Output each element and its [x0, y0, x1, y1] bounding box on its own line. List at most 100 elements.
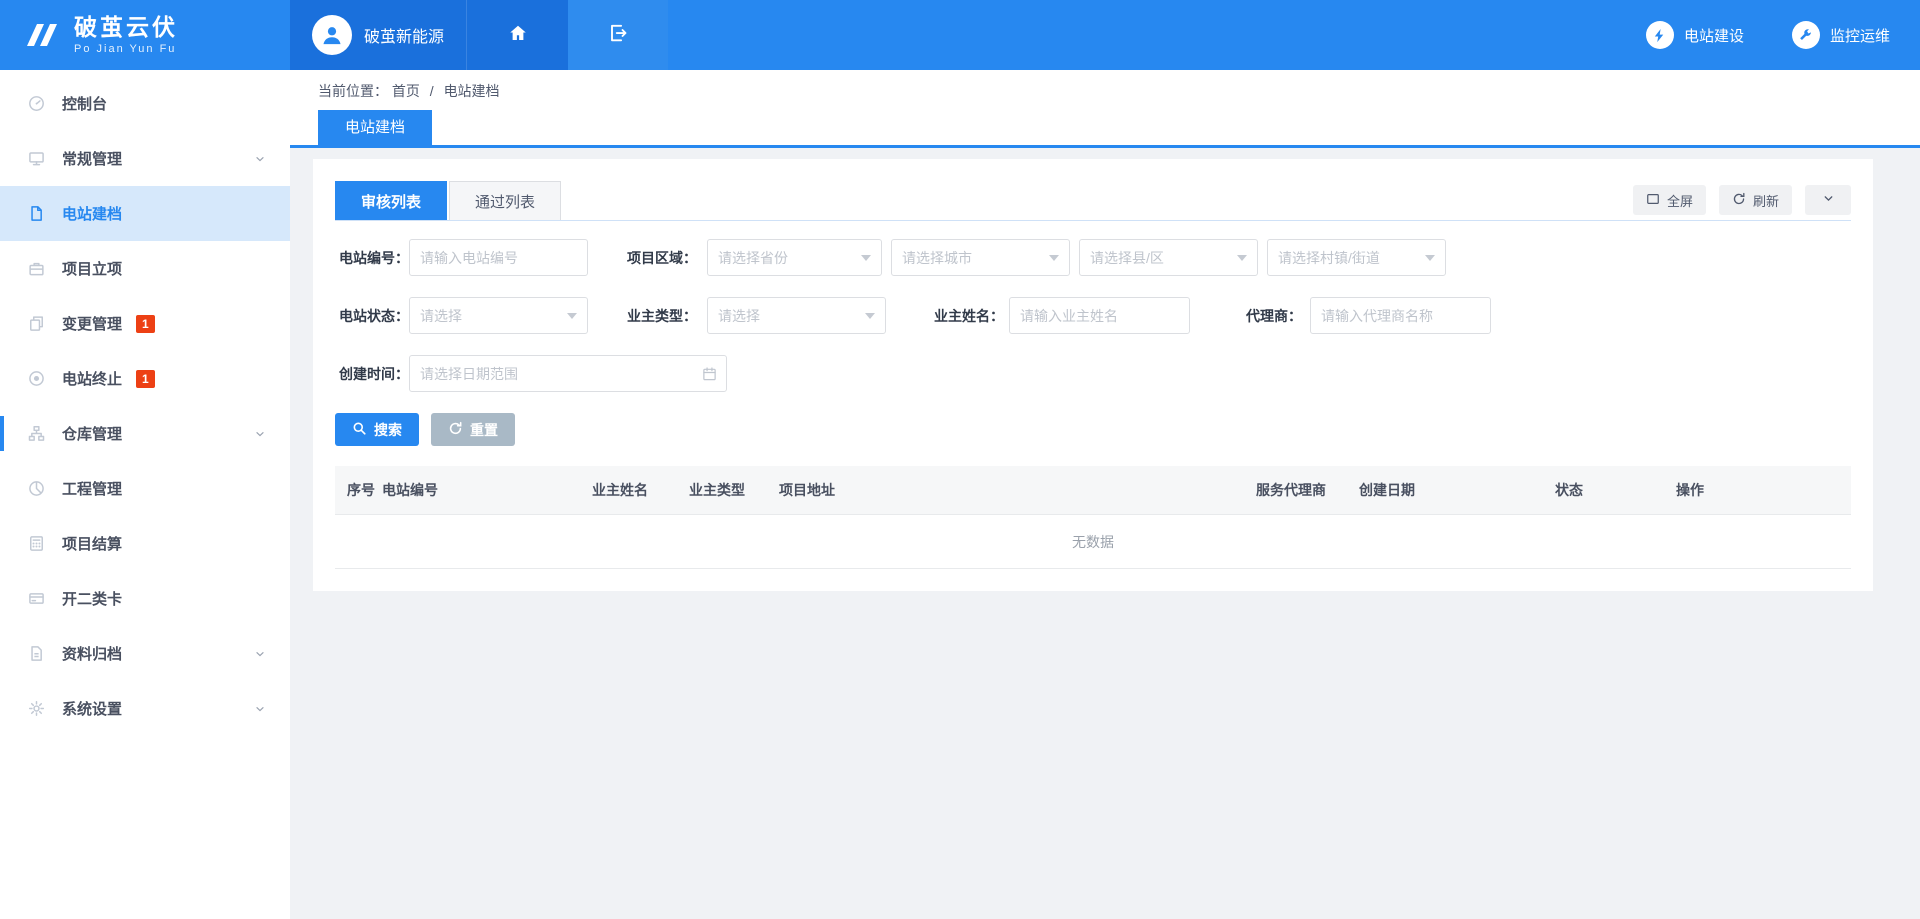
filter-label: 电站状态： [335, 306, 409, 326]
page-tab-station-filing[interactable]: 电站建档 [318, 110, 432, 145]
sidebar: 控制台 常规管理 电站建档 项目立项 [0, 70, 290, 919]
breadcrumb: 当前位置： 首页 / 电站建档 [290, 80, 1920, 102]
date-range-input[interactable] [409, 355, 727, 392]
calendar-icon [702, 366, 717, 381]
fullscreen-button[interactable]: 全屏 [1633, 185, 1706, 215]
sidebar-item-project-initiation[interactable]: 项目立项 [0, 241, 290, 296]
record-icon [28, 370, 48, 387]
chevron-down-icon [254, 703, 266, 715]
col-service-agent: 服务代理商 [1256, 466, 1326, 515]
filter-form: 电站编号： 项目区域： 请选择省份 请选择城市 请选择县/区 [335, 239, 1851, 392]
search-icon [352, 421, 367, 439]
col-project-address: 项目地址 [779, 466, 835, 515]
file-icon [28, 205, 48, 222]
sidebar-item-change-management[interactable]: 变更管理 1 [0, 296, 290, 351]
caret-down-icon [1237, 255, 1247, 261]
fullscreen-icon [1646, 192, 1660, 209]
sidebar-item-second-type-card[interactable]: 开二类卡 [0, 571, 290, 626]
tabs-row: 审核列表 通过列表 全屏 刷新 [335, 181, 1851, 221]
reset-button[interactable]: 重置 [431, 413, 515, 446]
caret-down-icon [861, 255, 871, 261]
col-create-date: 创建日期 [1359, 466, 1415, 515]
lightning-icon [1646, 21, 1674, 49]
brand-subtitle: Po Jian Yun Fu [74, 43, 178, 55]
monitor-icon [28, 150, 48, 167]
city-select[interactable]: 请选择城市 [891, 239, 1070, 276]
village-select[interactable]: 请选择村镇/街道 [1267, 239, 1446, 276]
user-menu[interactable]: 破茧新能源 [290, 0, 466, 70]
archive-file-icon [28, 645, 48, 662]
search-button[interactable]: 搜索 [335, 413, 419, 446]
brand-text: 破茧云伏 Po Jian Yun Fu [74, 15, 178, 54]
sidebar-item-warehouse-management[interactable]: 仓库管理 [0, 406, 290, 461]
col-index: 序号 [347, 466, 375, 515]
dashboard-icon [28, 95, 48, 112]
top-header: 破茧云伏 Po Jian Yun Fu 破茧新能源 [0, 0, 1920, 70]
county-select[interactable]: 请选择县/区 [1079, 239, 1258, 276]
filter-label: 创建时间： [335, 364, 409, 384]
agent-name-input[interactable] [1310, 297, 1491, 334]
date-range-picker[interactable] [409, 355, 727, 392]
wrench-icon [1792, 21, 1820, 49]
owner-type-select[interactable]: 请选择 [707, 297, 886, 334]
owner-name-input[interactable] [1009, 297, 1190, 334]
sidebar-item-label: 开二类卡 [62, 588, 122, 609]
sidebar-item-data-archiving[interactable]: 资料归档 [0, 626, 290, 681]
table-empty-state: 无数据 [335, 515, 1851, 569]
province-select[interactable]: 请选择省份 [707, 239, 882, 276]
col-owner-type: 业主类型 [689, 466, 745, 515]
col-owner-name: 业主姓名 [592, 466, 648, 515]
table-header: 序号 电站编号 业主姓名 业主类型 项目地址 服务代理商 创建日期 状态 操作 [335, 466, 1851, 515]
col-status: 状态 [1555, 466, 1583, 515]
sidebar-item-project-settlement[interactable]: 项目结算 [0, 516, 290, 571]
station-termination-badge: 1 [136, 370, 155, 388]
sidebar-item-engineering-management[interactable]: 工程管理 [0, 461, 290, 516]
caret-down-icon [567, 313, 577, 319]
sidebar-item-general-management[interactable]: 常规管理 [0, 131, 290, 186]
user-name: 破茧新能源 [364, 23, 444, 47]
select-placeholder: 请选择城市 [902, 248, 972, 268]
home-button[interactable] [466, 0, 568, 70]
caret-down-icon [865, 313, 875, 319]
tab-review-list[interactable]: 审核列表 [335, 181, 447, 220]
calculator-icon [28, 535, 48, 552]
refresh-button[interactable]: 刷新 [1719, 185, 1792, 215]
col-actions: 操作 [1676, 466, 1704, 515]
sidebar-item-label: 资料归档 [62, 643, 122, 664]
refresh-label: 刷新 [1753, 191, 1779, 210]
breadcrumb-separator: / [430, 83, 434, 99]
logout-button[interactable] [568, 0, 668, 70]
chevron-down-icon [254, 648, 266, 660]
topbar: 当前位置： 首页 / 电站建档 电站建档 [290, 70, 1920, 148]
station-code-input[interactable] [409, 239, 588, 276]
sidebar-item-station-termination[interactable]: 电站终止 1 [0, 351, 290, 406]
select-placeholder: 请选择村镇/街道 [1278, 248, 1380, 268]
home-icon [508, 23, 528, 48]
sidebar-item-label: 变更管理 [62, 313, 122, 334]
breadcrumb-home-link[interactable]: 首页 [392, 83, 420, 99]
col-station-code: 电站编号 [382, 466, 438, 515]
nav-station-construction[interactable]: 电站建设 [1646, 21, 1744, 49]
select-placeholder: 请选择省份 [718, 248, 788, 268]
main-content: 当前位置： 首页 / 电站建档 电站建档 审核列表 通过列表 全屏 [290, 70, 1920, 919]
sidebar-item-label: 电站建档 [62, 203, 122, 224]
avatar [312, 15, 352, 55]
copy-icon [28, 315, 48, 332]
header-spacer [668, 0, 1646, 70]
sidebar-item-station-filing[interactable]: 电站建档 [0, 186, 290, 241]
brand[interactable]: 破茧云伏 Po Jian Yun Fu [0, 0, 290, 70]
sidebar-item-console[interactable]: 控制台 [0, 76, 290, 131]
filter-label: 项目区域： [588, 248, 697, 268]
sidebar-item-system-settings[interactable]: 系统设置 [0, 681, 290, 736]
sidebar-item-label: 控制台 [62, 93, 107, 114]
nav-monitoring-ops[interactable]: 监控运维 [1792, 21, 1890, 49]
search-label: 搜索 [374, 420, 402, 440]
tab-passed-list[interactable]: 通过列表 [449, 181, 561, 220]
station-status-select[interactable]: 请选择 [409, 297, 588, 334]
briefcase-icon [28, 260, 48, 277]
user-strip: 破茧新能源 [290, 0, 668, 70]
panel-toolbar: 全屏 刷新 [1633, 185, 1851, 220]
chevron-down-icon [1822, 192, 1835, 208]
filter-row: 创建时间： [335, 355, 1851, 392]
collapse-filters-button[interactable] [1805, 185, 1851, 215]
